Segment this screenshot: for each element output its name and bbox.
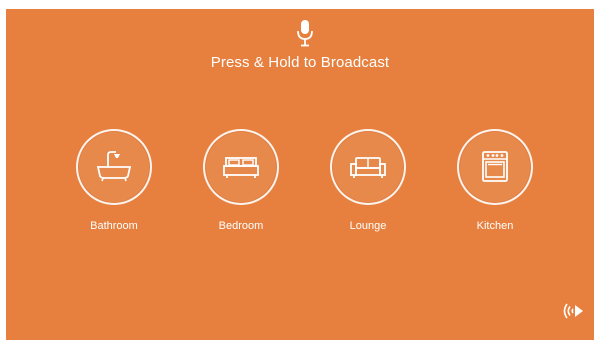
room-lounge[interactable]: Lounge <box>323 129 413 239</box>
sofa-icon <box>350 157 386 178</box>
room-label: Bathroom <box>90 220 138 232</box>
room-list: Bathroom Bedroom Lounge Kitchen <box>6 9 594 340</box>
broadcast-play-button[interactable] <box>560 301 584 321</box>
room-label: Kitchen <box>476 220 514 232</box>
broadcast-play-icon <box>563 303 583 319</box>
bed-icon <box>223 157 259 178</box>
room-bedroom[interactable]: Bedroom <box>196 129 286 239</box>
room-bathroom[interactable]: Bathroom <box>69 129 159 239</box>
room-button[interactable] <box>457 129 533 205</box>
oven-icon <box>482 151 508 182</box>
room-label: Lounge <box>349 220 387 232</box>
room-kitchen[interactable]: Kitchen <box>450 129 540 239</box>
intercom-screen: Press & Hold to Broadcast Bathroom Bedro… <box>6 9 594 340</box>
room-button[interactable] <box>203 129 279 205</box>
room-label: Bedroom <box>218 220 264 232</box>
room-button[interactable] <box>76 129 152 205</box>
bathtub-icon <box>96 151 132 182</box>
room-button[interactable] <box>330 129 406 205</box>
